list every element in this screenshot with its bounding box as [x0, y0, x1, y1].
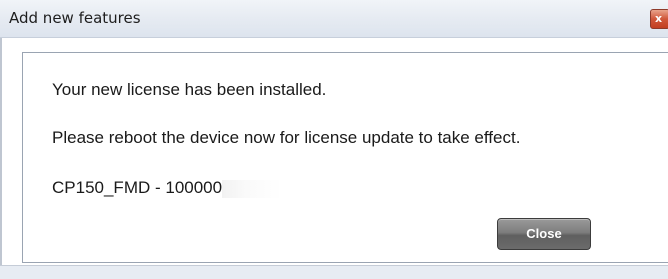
license-id-text: CP150_FMD - 100000	[52, 178, 223, 197]
reboot-instruction-message: Please reboot the device now for license…	[52, 128, 521, 147]
dialog-window: Add new features x Your new license has …	[0, 0, 668, 279]
close-button[interactable]: Close	[497, 218, 591, 250]
license-installed-message: Your new license has been installed.	[52, 80, 327, 99]
dialog-title: Add new features	[9, 9, 141, 27]
license-id-line: CP150_FMD - 100000	[52, 178, 283, 198]
message-panel: Your new license has been installed. Ple…	[22, 52, 668, 263]
redacted-region	[222, 179, 283, 198]
window-bottom-border	[0, 265, 668, 279]
window-close-icon[interactable]: x	[650, 9, 668, 29]
window-left-border	[0, 38, 2, 268]
title-bar[interactable]: Add new features x	[0, 0, 668, 38]
